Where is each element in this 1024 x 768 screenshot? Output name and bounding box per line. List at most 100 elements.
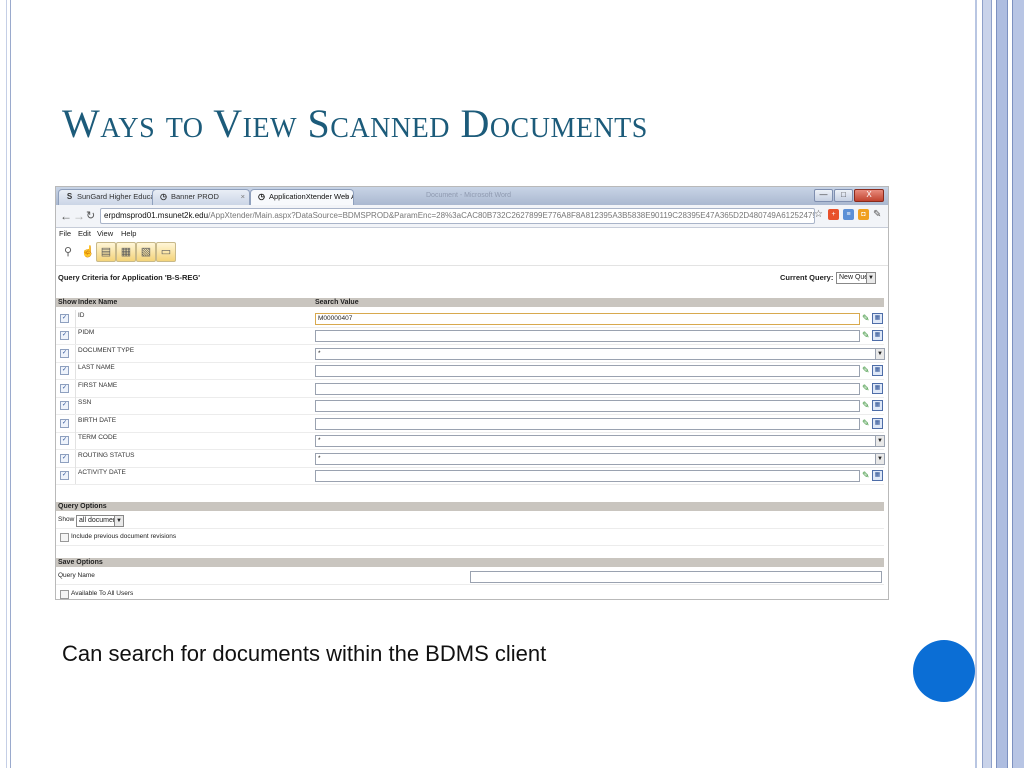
- hand-tool-icon[interactable]: ☝: [78, 242, 98, 262]
- show-checkbox[interactable]: ✓: [60, 419, 69, 428]
- available-users-checkbox[interactable]: [60, 590, 69, 599]
- index-row-first-name: ✓ FIRST NAME ✎ ▦: [56, 380, 884, 398]
- save-query-icon[interactable]: ▧: [136, 242, 156, 262]
- minimize-button[interactable]: —: [814, 189, 833, 202]
- available-users-row: Available To All Users: [56, 587, 884, 599]
- index-row-pidm: ✓ PIDM ✎ ▦: [56, 327, 884, 345]
- back-arrow-icon[interactable]: ←: [60, 209, 72, 223]
- app-menubar: File Edit View Help: [56, 228, 888, 240]
- slide-title: Ways to View Scanned Documents: [62, 101, 648, 146]
- chevron-down-icon: ▼: [114, 516, 123, 526]
- show-checkbox[interactable]: ✓: [60, 314, 69, 323]
- pick-list-icon[interactable]: ✎: [862, 470, 870, 481]
- new-query-icon[interactable]: ▤: [96, 242, 116, 262]
- close-window-button[interactable]: X: [854, 189, 884, 202]
- show-documents-select[interactable]: all documents ▼: [76, 515, 124, 527]
- tab-strip: SSunGard Higher Education × ◷Banner PROD…: [56, 187, 888, 205]
- app-toolbar: ⚲ ☝ ▤ ▦ ▧ ▭: [56, 240, 888, 266]
- query-options-header: Query Options: [56, 502, 884, 511]
- index-row-birth-date: ✓ BIRTH DATE ✎ ▦: [56, 415, 884, 433]
- search-value-input[interactable]: [315, 470, 860, 482]
- menu-help[interactable]: Help: [121, 229, 136, 238]
- menu-edit[interactable]: Edit: [78, 229, 91, 238]
- maximize-button[interactable]: □: [834, 189, 853, 202]
- pick-list-icon[interactable]: ✎: [862, 313, 870, 324]
- calendar-icon[interactable]: ▦: [872, 365, 883, 376]
- run-query-icon[interactable]: ▦: [116, 242, 136, 262]
- index-row-ssn: ✓ SSN ✎ ▦: [56, 397, 884, 415]
- url-input[interactable]: erpdmsprod01.msunet2k.edu/AppXtender/Mai…: [100, 208, 815, 224]
- search-value-input[interactable]: [315, 383, 860, 395]
- search-tool-icon[interactable]: ⚲: [58, 242, 78, 262]
- col-search-value: Search Value: [315, 299, 359, 306]
- slide-left-border: [0, 0, 11, 768]
- show-checkbox[interactable]: ✓: [60, 366, 69, 375]
- show-checkbox[interactable]: ✓: [60, 349, 69, 358]
- chevron-down-icon: ▼: [866, 273, 875, 283]
- extension-bag-icon[interactable]: ◘: [858, 209, 869, 220]
- forward-arrow-icon[interactable]: →: [73, 209, 85, 223]
- calendar-icon[interactable]: ▦: [872, 313, 883, 324]
- search-value-input[interactable]: [315, 365, 860, 377]
- col-show: Show: [58, 299, 77, 306]
- include-revisions-label: Include previous document revisions: [71, 533, 177, 540]
- search-value-select[interactable]: * ▼: [315, 435, 885, 447]
- calendar-icon[interactable]: ▦: [872, 400, 883, 411]
- pick-list-icon[interactable]: ✎: [862, 330, 870, 341]
- show-checkbox[interactable]: ✓: [60, 471, 69, 480]
- url-path: /AppXtender/Main.aspx?DataSource=BDMSPRO…: [208, 211, 814, 220]
- search-value-input[interactable]: M00000407: [315, 313, 860, 325]
- menu-view[interactable]: View: [97, 229, 113, 238]
- url-host: erpdmsprod01.msunet2k.edu: [104, 211, 209, 220]
- show-checkbox[interactable]: ✓: [60, 436, 69, 445]
- tab-banner-prod[interactable]: ◷ Banner PROD ×: [152, 189, 250, 205]
- show-checkbox[interactable]: ✓: [60, 401, 69, 410]
- browser-screenshot: SSunGard Higher Education × ◷Banner PROD…: [55, 186, 889, 600]
- slide-right-border: [975, 0, 1024, 768]
- extension-plus-icon[interactable]: +: [828, 209, 839, 220]
- show-checkbox[interactable]: ✓: [60, 384, 69, 393]
- menu-file[interactable]: File: [59, 229, 71, 238]
- slide-caption: Can search for documents within the BDMS…: [62, 641, 547, 666]
- close-tab-icon[interactable]: ×: [345, 192, 349, 201]
- search-value-select[interactable]: * ▼: [315, 453, 885, 465]
- window-controls: — □ X: [813, 189, 884, 202]
- pick-list-icon[interactable]: ✎: [862, 400, 870, 411]
- calendar-icon[interactable]: ▦: [872, 383, 883, 394]
- include-revisions-checkbox[interactable]: [60, 533, 69, 542]
- pick-list-icon[interactable]: ✎: [862, 365, 870, 376]
- star-icon[interactable]: ☆: [814, 209, 823, 220]
- background-window-title: Document - Microsoft Word: [426, 192, 512, 199]
- wrench-icon[interactable]: ✎: [873, 209, 881, 220]
- show-checkbox[interactable]: ✓: [60, 331, 69, 340]
- search-value-input[interactable]: [315, 400, 860, 412]
- index-row-activity-date: ✓ ACTIVITY DATE ✎ ▦: [56, 467, 884, 485]
- show-checkbox[interactable]: ✓: [60, 454, 69, 463]
- chevron-down-icon: ▼: [875, 436, 884, 446]
- search-value-input[interactable]: [315, 418, 860, 430]
- open-folder-icon[interactable]: ▭: [156, 242, 176, 262]
- chevron-down-icon: ▼: [875, 349, 884, 359]
- calendar-icon[interactable]: ▦: [872, 330, 883, 341]
- address-bar-row: ← → ↻ erpdmsprod01.msunet2k.edu/AppXtend…: [56, 205, 888, 228]
- reload-icon[interactable]: ↻: [86, 209, 95, 222]
- index-row-id: ✓ ID M00000407 ✎ ▦: [56, 310, 884, 328]
- calendar-icon[interactable]: ▦: [872, 470, 883, 481]
- sungard-icon: S: [66, 192, 73, 201]
- search-value-select[interactable]: * ▼: [315, 348, 885, 360]
- available-users-label: Available To All Users: [71, 590, 134, 597]
- close-tab-icon[interactable]: ×: [241, 192, 245, 201]
- include-revisions-row: Include previous document revisions: [56, 530, 884, 546]
- pick-list-icon[interactable]: ✎: [862, 418, 870, 429]
- tab-applicationxtender[interactable]: ◷ ApplicationXtender Web A... ×: [250, 189, 354, 205]
- calendar-icon[interactable]: ▦: [872, 418, 883, 429]
- query-name-input[interactable]: [470, 571, 882, 583]
- extension-doc-icon[interactable]: ≡: [843, 209, 854, 220]
- current-query-select[interactable]: New Query ▼: [836, 272, 876, 284]
- show-documents-row: Show all documents ▼: [56, 513, 884, 529]
- pick-list-icon[interactable]: ✎: [862, 383, 870, 394]
- decorative-circle: [913, 640, 975, 702]
- index-row-term-code: ✓ TERM CODE * ▼: [56, 432, 885, 450]
- search-value-input[interactable]: [315, 330, 860, 342]
- show-label: Show: [58, 516, 75, 523]
